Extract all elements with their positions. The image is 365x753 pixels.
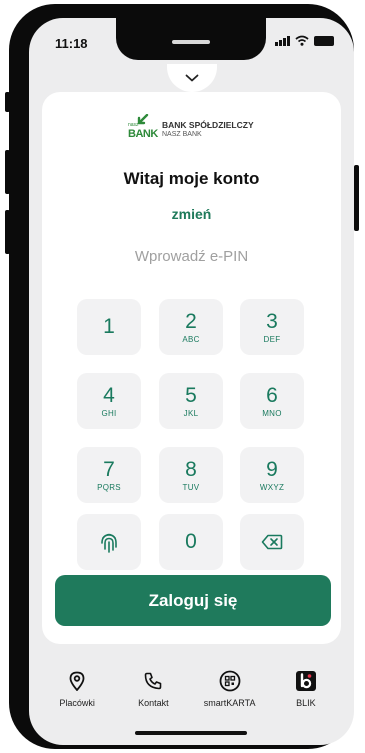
key-letters: PQRS <box>97 482 121 492</box>
key-letters: WXYZ <box>259 482 285 492</box>
key-digit: 9 <box>266 457 278 481</box>
tab-placowki[interactable]: Placówki <box>42 664 112 722</box>
key-letters: MNO <box>262 408 282 418</box>
card-qr-icon <box>219 670 241 692</box>
volume-down-button <box>5 210 10 254</box>
tab-kontakt[interactable]: Kontakt <box>118 664 188 722</box>
key-4[interactable]: 4 GHI <box>77 373 141 429</box>
key-letters: GHI <box>101 408 117 418</box>
notch-speaker <box>172 40 210 44</box>
key-letters: JKL <box>183 408 199 418</box>
change-account-link[interactable]: zmień <box>42 206 341 222</box>
status-icons <box>275 35 334 46</box>
key-letters: ABC <box>182 334 200 344</box>
key-digit: 5 <box>185 383 197 407</box>
tab-label: BLIK <box>296 698 316 708</box>
blik-icon <box>295 671 316 691</box>
bank-logo-mark: nasz BANK <box>128 114 158 142</box>
tab-smartkarta[interactable]: smartKARTA <box>195 664 265 722</box>
bottom-tab-bar: Placówki Kontakt smartKARTA BLIK <box>29 664 354 722</box>
fingerprint-button[interactable] <box>77 514 141 570</box>
tab-label: Kontakt <box>138 698 169 708</box>
chevron-down-icon <box>185 74 199 82</box>
key-digit: 7 <box>103 457 115 481</box>
logo-big-text: BANK <box>128 128 158 140</box>
bank-name: BANK SPÓŁDZIELCZY <box>162 120 254 130</box>
key-3[interactable]: 3 DEF <box>240 299 304 355</box>
phone-frame: 11:18 nasz BANK BANK SPÓŁDZIELCZY NASZ B… <box>9 4 354 749</box>
volume-up-button <box>5 150 10 194</box>
pin-label: Wprowadź e-PIN <box>134 248 249 265</box>
power-button <box>354 165 359 231</box>
key-5[interactable]: 5 JKL <box>159 373 223 429</box>
home-indicator <box>135 731 247 735</box>
key-letters: DEF <box>263 334 281 344</box>
location-pin-icon <box>69 671 85 691</box>
status-time: 11:18 <box>55 36 88 51</box>
key-7[interactable]: 7 PQRS <box>77 447 141 503</box>
login-button[interactable]: Zaloguj się <box>55 575 331 626</box>
login-card: nasz BANK BANK SPÓŁDZIELCZY NASZ BANK Wi… <box>42 92 341 644</box>
key-letters: TUV <box>182 482 200 492</box>
key-8[interactable]: 8 TUV <box>159 447 223 503</box>
key-digit: 3 <box>266 309 278 333</box>
backspace-icon <box>261 534 283 550</box>
side-button <box>5 92 10 112</box>
key-6[interactable]: 6 MNO <box>240 373 304 429</box>
key-digit: 1 <box>103 315 115 338</box>
key-digit: 6 <box>266 383 278 407</box>
collapse-button[interactable] <box>167 64 217 92</box>
key-digit: 8 <box>185 457 197 481</box>
key-2[interactable]: 2 ABC <box>159 299 223 355</box>
wifi-icon <box>295 35 309 46</box>
notch <box>116 18 266 60</box>
key-digit: 2 <box>185 309 197 333</box>
bank-subname: NASZ BANK <box>162 131 202 138</box>
backspace-button[interactable] <box>240 514 304 570</box>
tab-label: Placówki <box>59 698 95 708</box>
phone-icon <box>145 672 162 690</box>
bank-logo: nasz BANK BANK SPÓŁDZIELCZY NASZ BANK <box>128 114 254 142</box>
screen: 11:18 nasz BANK BANK SPÓŁDZIELCZY NASZ B… <box>29 18 354 745</box>
signal-icon <box>275 35 290 46</box>
tab-label: smartKARTA <box>203 698 256 708</box>
battery-icon <box>314 35 334 46</box>
key-digit: 0 <box>185 530 197 553</box>
greeting-title: Witaj moje konto <box>123 169 260 188</box>
key-0[interactable]: 0 <box>159 514 223 570</box>
key-digit: 4 <box>103 383 115 407</box>
key-1[interactable]: 1 <box>77 299 141 355</box>
fingerprint-icon <box>101 533 117 553</box>
key-9[interactable]: 9 WXYZ <box>240 447 304 503</box>
tab-blik[interactable]: BLIK <box>271 664 341 722</box>
